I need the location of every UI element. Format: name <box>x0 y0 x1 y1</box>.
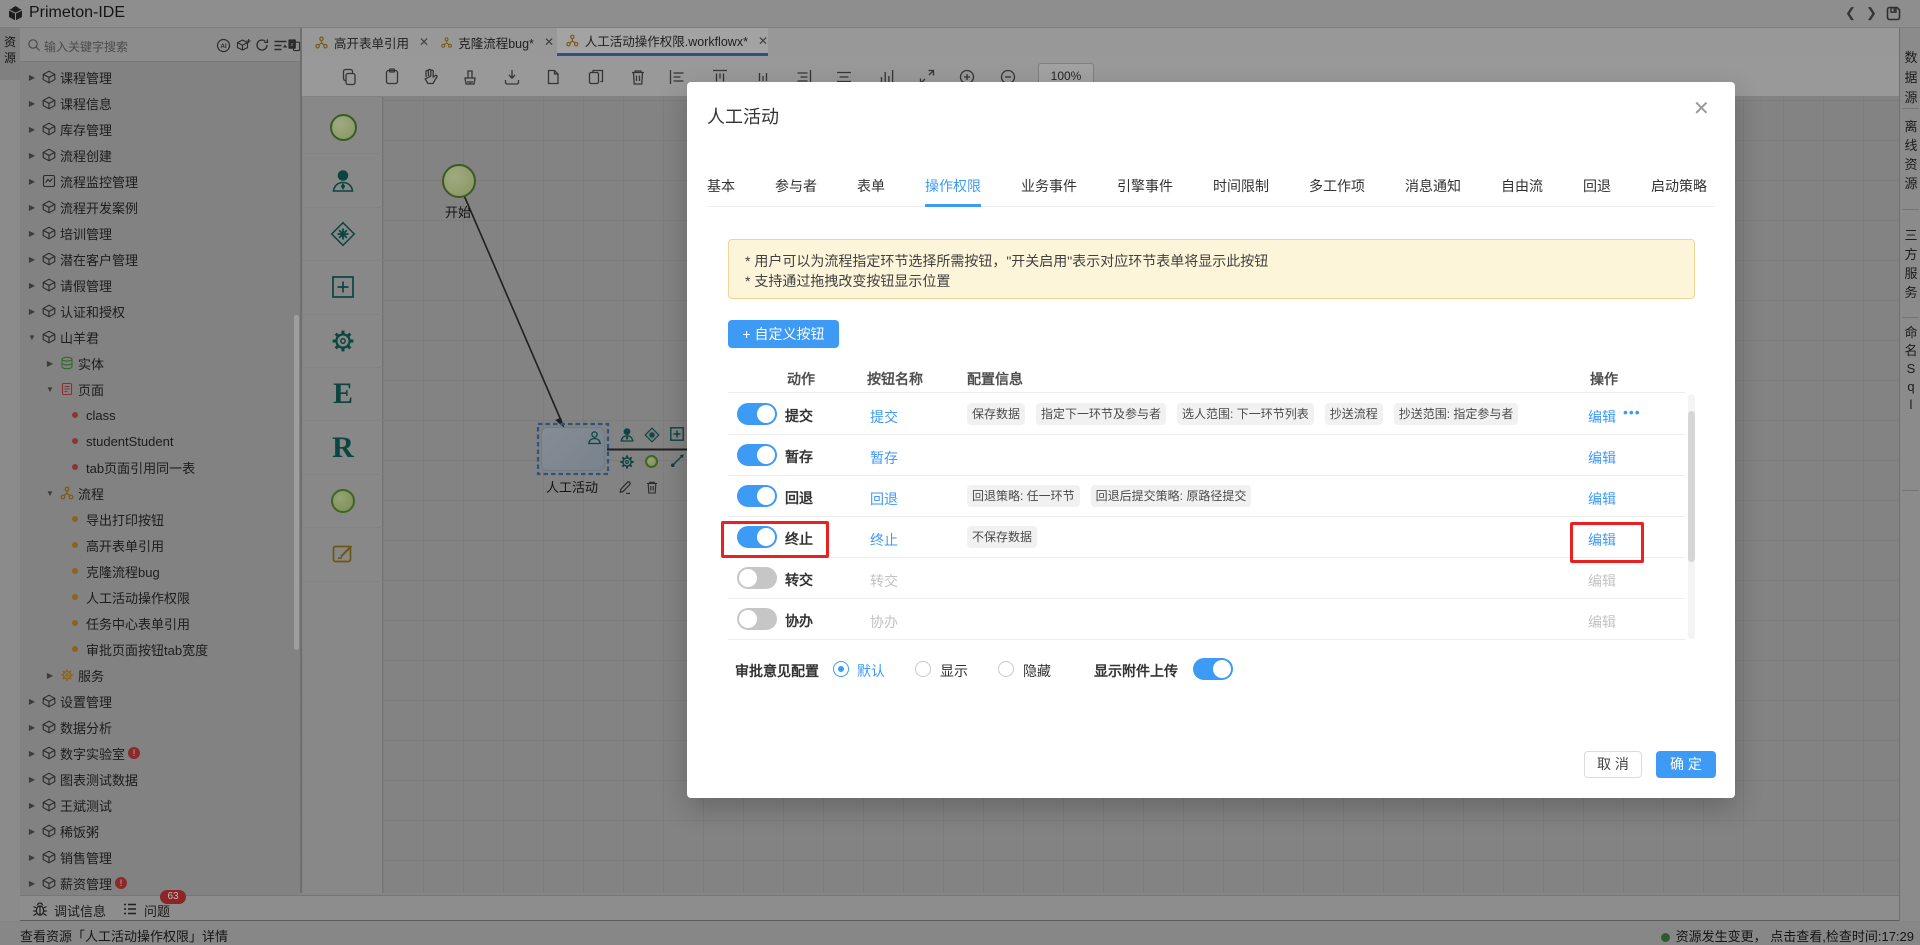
svg-text:AI: AI <box>221 44 227 50</box>
